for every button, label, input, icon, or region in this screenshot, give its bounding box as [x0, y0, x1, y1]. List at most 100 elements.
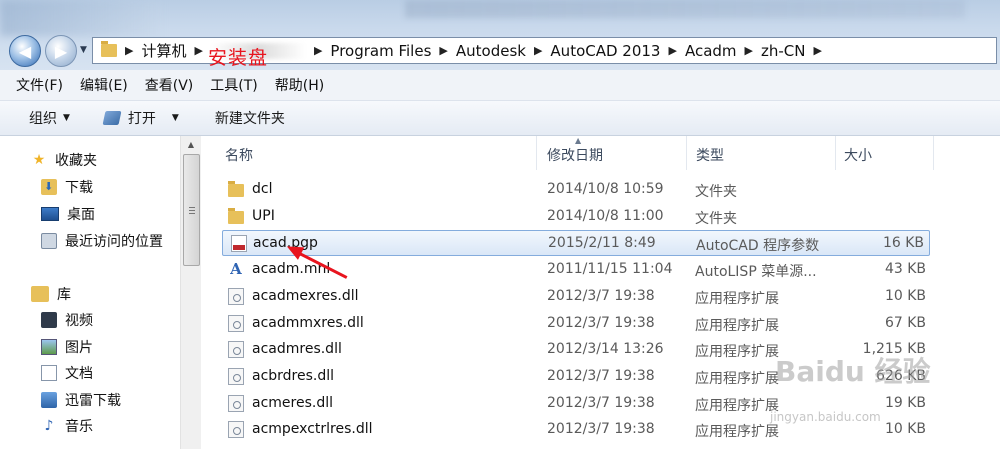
breadcrumb-acadm[interactable]: Acadm — [685, 42, 737, 60]
file-row[interactable]: acadmmxres.dll 2012/3/7 19:38 应用程序扩展 67 … — [220, 311, 932, 337]
column-divider[interactable] — [686, 136, 687, 170]
file-row[interactable]: A acadm.mnl 2011/11/15 11:04 AutoLISP 菜单… — [220, 257, 932, 283]
folder-icon — [228, 208, 244, 224]
nav-item-downloads[interactable]: 下载 — [41, 177, 93, 197]
file-name: UPI — [252, 208, 275, 224]
menu-view[interactable]: 查看(V) — [145, 75, 194, 95]
file-date: 2012/3/7 19:38 — [547, 288, 655, 304]
file-date: 2015/2/11 8:49 — [548, 235, 656, 251]
breadcrumb-program-files[interactable]: Program Files — [330, 42, 431, 60]
file-date: 2012/3/7 19:38 — [547, 421, 655, 437]
file-size: 19 KB — [884, 395, 926, 411]
nav-item-documents[interactable]: 文档 — [41, 363, 93, 383]
file-name: acmeres.dll — [252, 395, 333, 411]
scroll-up-icon[interactable]: ▲ — [181, 136, 201, 154]
file-name: acadmres.dll — [252, 341, 342, 357]
nav-downloads-label: 下载 — [65, 180, 93, 196]
recent-pages-dropdown[interactable]: ▼ — [80, 45, 87, 55]
file-type: 应用程序扩展 — [695, 398, 779, 414]
dll-file-icon — [228, 288, 244, 305]
open-label: 打开 — [127, 111, 156, 127]
chevron-right-icon[interactable]: ▶ — [814, 44, 822, 57]
column-divider[interactable] — [835, 136, 836, 170]
recent-places-icon — [41, 233, 57, 249]
file-name: acadmmxres.dll — [252, 315, 364, 331]
nav-pictures-label: 图片 — [65, 340, 93, 356]
breadcrumb-autodesk[interactable]: Autodesk — [456, 42, 526, 60]
file-size: 16 KB — [882, 235, 924, 251]
title-bar: ◀ ▶ ▼ ▶ 计算机 ▶ ▶ Program Files ▶ Autodesk… — [0, 0, 1000, 70]
chevron-right-icon[interactable]: ▶ — [194, 44, 202, 57]
forward-button[interactable]: ▶ — [45, 35, 77, 67]
nav-scrollbar[interactable]: ▲ — [180, 136, 201, 449]
column-header-type[interactable]: 类型 — [696, 145, 724, 165]
nav-item-recent[interactable]: 最近访问的位置 — [41, 231, 163, 251]
nav-item-favorites[interactable]: ★ 收藏夹 — [31, 150, 97, 170]
open-button[interactable]: 打开 ▼ — [102, 108, 179, 128]
chevron-right-icon[interactable]: ▶ — [439, 44, 447, 57]
nav-favorites-label: 收藏夹 — [55, 153, 97, 169]
baidu-watermark-url: jingyan.baidu.com — [770, 410, 881, 424]
breadcrumb-computer[interactable]: 计算机 — [141, 40, 186, 61]
document-icon — [41, 365, 57, 381]
download-folder-icon — [41, 179, 57, 195]
nav-item-videos[interactable]: 视频 — [41, 310, 93, 330]
file-size: 10 KB — [884, 288, 926, 304]
chevron-right-icon[interactable]: ▶ — [314, 44, 322, 57]
chevron-right-icon[interactable]: ▶ — [668, 44, 676, 57]
organize-button[interactable]: 组织 ▼ — [29, 108, 70, 128]
nav-videos-label: 视频 — [65, 313, 93, 329]
menu-file[interactable]: 文件(F) — [16, 75, 63, 95]
chevron-right-icon[interactable]: ▶ — [534, 44, 542, 57]
nav-item-desktop[interactable]: 桌面 — [41, 204, 95, 224]
picture-icon — [41, 339, 57, 355]
file-size: 43 KB — [884, 261, 926, 277]
nav-item-xunlei[interactable]: 迅雷下载 — [41, 390, 121, 410]
file-date: 2012/3/7 19:38 — [547, 368, 655, 384]
chevron-right-icon[interactable]: ▶ — [125, 44, 133, 57]
nav-libraries-label: 库 — [57, 287, 71, 303]
nav-desktop-label: 桌面 — [67, 207, 95, 223]
breadcrumb-zh-cn[interactable]: zh-CN — [761, 42, 806, 60]
nav-item-pictures[interactable]: 图片 — [41, 337, 93, 357]
chevron-right-icon[interactable]: ▶ — [745, 44, 753, 57]
baidu-watermark: Baidu 经验 — [775, 355, 931, 388]
menu-bar: 文件(F) 编辑(E) 查看(V) 工具(T) 帮助(H) — [0, 70, 1000, 101]
file-row[interactable]: UPI 2014/10/8 11:00 文件夹 — [220, 204, 932, 230]
file-row[interactable]: acadmexres.dll 2012/3/7 19:38 应用程序扩展 10 … — [220, 284, 932, 310]
column-divider[interactable] — [536, 136, 537, 170]
new-folder-button[interactable]: 新建文件夹 — [215, 108, 285, 128]
back-button[interactable]: ◀ — [9, 35, 41, 67]
nav-item-music[interactable]: ♪ 音乐 — [41, 416, 93, 436]
desktop-icon — [41, 207, 59, 221]
file-type: 应用程序扩展 — [695, 371, 779, 387]
column-header-date[interactable]: 修改日期 — [547, 145, 603, 165]
folder-icon — [101, 41, 117, 57]
caret-down-icon: ▼ — [63, 113, 70, 123]
file-date: 2014/10/8 11:00 — [547, 208, 664, 224]
column-header-size[interactable]: 大小 — [844, 145, 872, 165]
nav-item-libraries[interactable]: 库 — [31, 284, 71, 304]
file-row-selected[interactable]: acad.pgp 2015/2/11 8:49 AutoCAD 程序参数 16 … — [222, 230, 930, 256]
column-divider[interactable] — [933, 136, 934, 170]
xunlei-download-icon — [41, 392, 57, 408]
menu-tools[interactable]: 工具(T) — [210, 75, 257, 95]
scroll-thumb[interactable] — [183, 154, 200, 266]
file-type: 应用程序扩展 — [695, 424, 779, 440]
forward-arrow-icon: ▶ — [54, 41, 68, 61]
dll-file-icon — [228, 341, 244, 358]
file-name: acbrdres.dll — [252, 368, 335, 384]
menu-edit[interactable]: 编辑(E) — [80, 75, 128, 95]
back-arrow-icon: ◀ — [18, 41, 32, 61]
file-row[interactable]: dcl 2014/10/8 10:59 文件夹 — [220, 177, 932, 203]
file-type: 应用程序扩展 — [695, 318, 779, 334]
blurred-background — [0, 0, 160, 36]
dll-file-icon — [228, 368, 244, 385]
menu-help[interactable]: 帮助(H) — [275, 75, 324, 95]
caret-down-icon[interactable]: ▼ — [172, 113, 179, 123]
column-header-name[interactable]: 名称 — [225, 145, 253, 165]
breadcrumb-autocad-2013[interactable]: AutoCAD 2013 — [550, 42, 660, 60]
sort-ascending-icon: ▲ — [575, 136, 582, 145]
folder-icon — [228, 181, 244, 197]
nav-documents-label: 文档 — [65, 366, 93, 382]
